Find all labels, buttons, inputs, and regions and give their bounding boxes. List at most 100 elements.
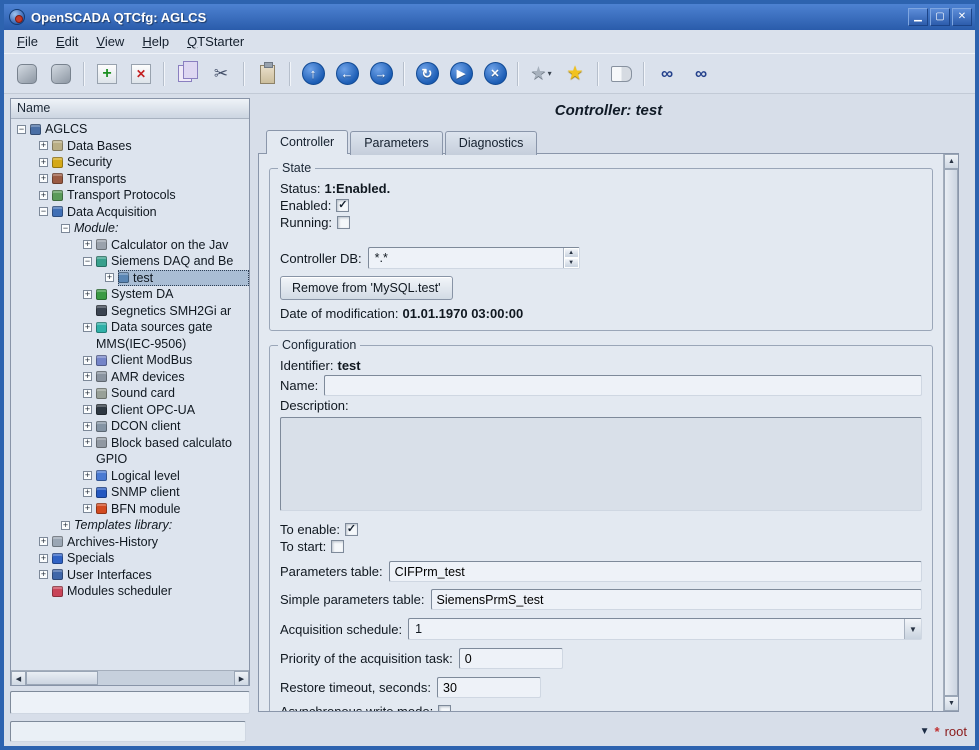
content-vertical-scrollbar[interactable]: ▲ ▼ bbox=[943, 154, 958, 711]
spin-up-icon[interactable]: ▲ bbox=[564, 248, 579, 258]
tree-item-body[interactable]: Siemens DAQ and Be bbox=[96, 253, 249, 270]
expand-icon[interactable]: + bbox=[39, 158, 48, 167]
simple-parameters-field[interactable] bbox=[431, 589, 922, 610]
expand-icon[interactable]: + bbox=[83, 323, 92, 332]
tree-item-body[interactable]: Templates library: bbox=[74, 517, 249, 534]
tree-item-snmp-client[interactable]: + SNMP client bbox=[11, 484, 249, 501]
tree-item-archives-history[interactable]: + Archives-History bbox=[11, 534, 249, 551]
tree-item-body[interactable]: System DA bbox=[96, 286, 249, 303]
tree-item-body[interactable]: AGLCS bbox=[30, 121, 249, 138]
collapse-icon[interactable]: − bbox=[17, 125, 26, 134]
menu-view[interactable]: View bbox=[87, 31, 133, 52]
minimize-button[interactable]: ▁ bbox=[908, 8, 928, 26]
collapse-icon[interactable]: − bbox=[61, 224, 70, 233]
expand-icon[interactable]: + bbox=[39, 141, 48, 150]
tree-item-mms-iec-9506[interactable]: MMS(IEC-9506) bbox=[11, 336, 249, 353]
tree-item-body[interactable]: Transports bbox=[52, 171, 249, 188]
expand-icon[interactable]: + bbox=[83, 240, 92, 249]
tree-item-body[interactable]: Data Acquisition bbox=[52, 204, 249, 221]
tree-item-transport-protocols[interactable]: + Transport Protocols bbox=[11, 187, 249, 204]
to-enable-checkbox[interactable]: ✓ bbox=[345, 523, 358, 536]
tab-parameters[interactable]: Parameters bbox=[350, 131, 443, 155]
tree-item-user-interfaces[interactable]: + User Interfaces bbox=[11, 567, 249, 584]
description-field[interactable] bbox=[280, 417, 922, 511]
expand-icon[interactable]: + bbox=[83, 504, 92, 513]
tree-item-body[interactable]: SNMP client bbox=[96, 484, 249, 501]
add-item-button[interactable]: + bbox=[91, 58, 123, 90]
to-start-checkbox[interactable] bbox=[331, 540, 344, 553]
cut-item-button[interactable]: ✂ bbox=[205, 58, 237, 90]
tree-item-body[interactable]: MMS(IEC-9506) bbox=[96, 336, 249, 353]
expand-icon[interactable]: + bbox=[39, 570, 48, 579]
expand-icon[interactable]: + bbox=[39, 191, 48, 200]
tree-item-security[interactable]: + Security bbox=[11, 154, 249, 171]
menu-file[interactable]: File bbox=[8, 31, 47, 52]
tree-item-body[interactable]: Client OPC-UA bbox=[96, 402, 249, 419]
tree-item-templates-library[interactable]: + Templates library: bbox=[11, 517, 249, 534]
start-update-button[interactable]: ▶ bbox=[445, 58, 477, 90]
tree-item-logical-level[interactable]: +Logical level bbox=[11, 468, 249, 485]
expand-icon[interactable]: + bbox=[39, 174, 48, 183]
tree-item-bfn-module[interactable]: +BFN module bbox=[11, 501, 249, 518]
expand-icon[interactable]: + bbox=[61, 521, 70, 530]
priority-field[interactable] bbox=[459, 648, 563, 669]
expand-icon[interactable]: + bbox=[83, 356, 92, 365]
tree-item-dcon-client[interactable]: +DCON client bbox=[11, 418, 249, 435]
tree-item-calculator-on-the-jav[interactable]: +Calculator on the Jav bbox=[11, 237, 249, 254]
tree-item-body[interactable]: Transport Protocols bbox=[52, 187, 249, 204]
restore-timeout-field[interactable] bbox=[437, 677, 541, 698]
remove-from-db-button[interactable]: Remove from 'MySQL.test' bbox=[280, 276, 453, 300]
menu-qtstarter[interactable]: QTStarter bbox=[178, 31, 253, 52]
remove-item-button[interactable]: ✕ bbox=[125, 58, 157, 90]
favorites-menu-button[interactable]: ★▾ bbox=[525, 58, 557, 90]
tree-item-data-bases[interactable]: + Data Bases bbox=[11, 138, 249, 155]
tree-item-modules-scheduler[interactable]: Modules scheduler bbox=[11, 583, 249, 600]
close-button[interactable]: ✕ bbox=[952, 8, 972, 26]
tree-item-segnetics-smh2gi-ar[interactable]: Segnetics SMH2Gi ar bbox=[11, 303, 249, 320]
item-links-button[interactable]: ∞ bbox=[651, 58, 683, 90]
menu-edit[interactable]: Edit bbox=[47, 31, 87, 52]
save-to-db-button[interactable] bbox=[45, 58, 77, 90]
scroll-left-icon[interactable]: ◀ bbox=[11, 671, 26, 686]
tree-item-test[interactable]: +test bbox=[11, 270, 249, 287]
tree-item-body[interactable]: Modules scheduler bbox=[52, 583, 249, 600]
expand-icon[interactable]: + bbox=[83, 405, 92, 414]
parameters-table-field[interactable] bbox=[389, 561, 922, 582]
go-forward-button[interactable]: → bbox=[365, 58, 397, 90]
tree-item-body[interactable]: test bbox=[118, 270, 249, 287]
tree-item-body[interactable]: Archives-History bbox=[52, 534, 249, 551]
tree-item-transports[interactable]: + Transports bbox=[11, 171, 249, 188]
go-up-button[interactable]: ↑ bbox=[297, 58, 329, 90]
tree-item-body[interactable]: Specials bbox=[52, 550, 249, 567]
tree-item-body[interactable]: AMR devices bbox=[96, 369, 249, 386]
enabled-checkbox[interactable]: ✓ bbox=[336, 199, 349, 212]
tree-item-body[interactable]: Client ModBus bbox=[96, 352, 249, 369]
expand-icon[interactable]: + bbox=[83, 488, 92, 497]
running-checkbox[interactable] bbox=[337, 216, 350, 229]
tree-item-body[interactable]: DCON client bbox=[96, 418, 249, 435]
tree-item-system-da[interactable]: + System DA bbox=[11, 286, 249, 303]
expand-icon[interactable]: + bbox=[39, 537, 48, 546]
tree-item-body[interactable]: User Interfaces bbox=[52, 567, 249, 584]
tree-item-body[interactable]: Data Bases bbox=[52, 138, 249, 155]
tree-item-module[interactable]: −Module: bbox=[11, 220, 249, 237]
tree-item-body[interactable]: Data sources gate bbox=[96, 319, 249, 336]
tree-item-body[interactable]: Segnetics SMH2Gi ar bbox=[96, 303, 249, 320]
maximize-button[interactable]: ▢ bbox=[930, 8, 950, 26]
tray-expand-icon[interactable]: ▼ bbox=[920, 726, 930, 737]
controller-db-combobox[interactable]: *.* ▲ ▼ bbox=[368, 247, 580, 269]
collapse-icon[interactable]: − bbox=[39, 207, 48, 216]
paste-item-button[interactable] bbox=[251, 58, 283, 90]
tree-item-body[interactable]: Sound card bbox=[96, 385, 249, 402]
tree-item-body[interactable]: Security bbox=[52, 154, 249, 171]
tree-filter-field[interactable] bbox=[10, 691, 250, 714]
expand-icon[interactable]: + bbox=[83, 290, 92, 299]
tree-item-data-acquisition[interactable]: −Data Acquisition bbox=[11, 204, 249, 221]
scrollbar-thumb[interactable] bbox=[944, 169, 958, 696]
expand-icon[interactable]: + bbox=[83, 389, 92, 398]
refresh-button[interactable]: ↻ bbox=[411, 58, 443, 90]
scrollbar-thumb[interactable] bbox=[26, 671, 98, 685]
spin-down-icon[interactable]: ▼ bbox=[564, 258, 579, 268]
acquisition-schedule-combobox[interactable]: 1 ▼ bbox=[408, 618, 922, 640]
tree-item-block-based-calculato[interactable]: +Block based calculato bbox=[11, 435, 249, 452]
